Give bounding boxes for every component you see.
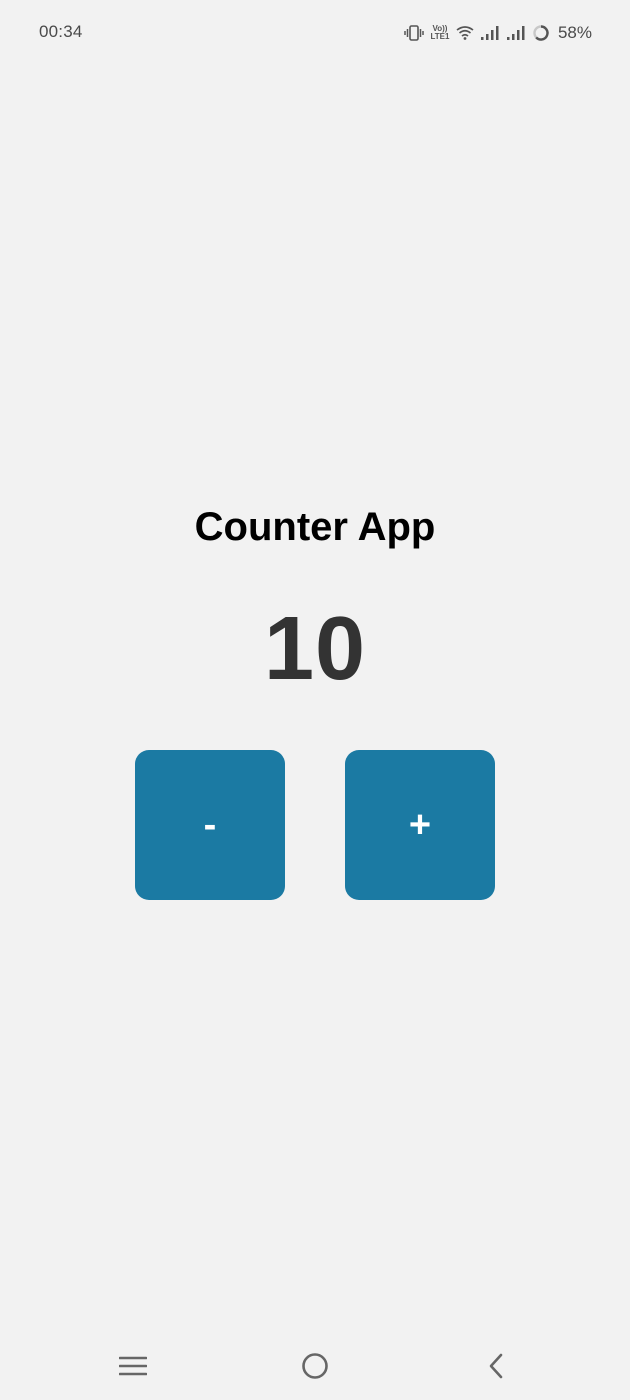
back-icon — [486, 1352, 506, 1385]
vibrate-icon — [404, 25, 424, 41]
home-button[interactable] — [295, 1348, 335, 1388]
status-bar: 00:34 Vo)) LTE1 58% — [0, 0, 630, 66]
increment-button[interactable]: + — [345, 750, 495, 900]
back-button[interactable] — [476, 1348, 516, 1388]
screen: 00:34 Vo)) LTE1 58% Counter App 10 - + — [0, 0, 630, 1400]
signal-icon — [506, 25, 526, 41]
status-time: 00:34 — [39, 22, 83, 41]
volte-text-bottom: LTE1 — [430, 32, 450, 41]
status-icons: Vo)) LTE1 58% — [404, 20, 592, 46]
navigation-bar — [0, 1336, 630, 1400]
recent-apps-button[interactable] — [113, 1348, 153, 1388]
home-icon — [301, 1352, 329, 1385]
app-title: Counter App — [194, 505, 436, 549]
volte-icon: Vo)) LTE1 — [430, 25, 450, 41]
signal-icon — [480, 25, 500, 41]
decrement-button[interactable]: - — [135, 750, 285, 900]
wifi-icon — [456, 25, 474, 41]
menu-icon — [118, 1355, 148, 1382]
counter-value: 10 — [263, 599, 367, 699]
battery-ring-icon — [532, 24, 550, 42]
battery-percentage: 58% — [557, 23, 592, 42]
